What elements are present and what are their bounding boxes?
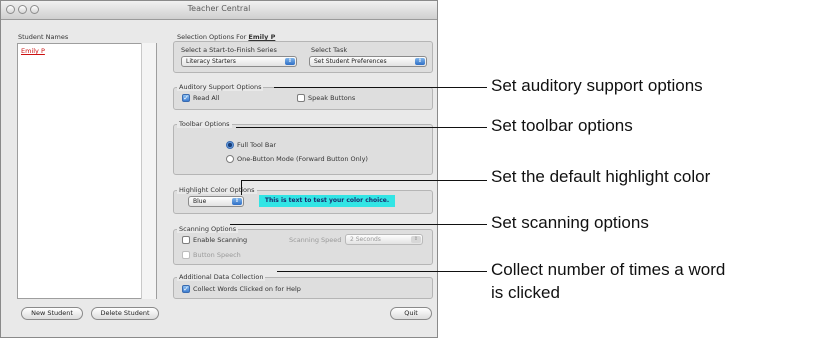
full-toolbar-label: Full Tool Bar xyxy=(237,141,276,149)
task-select-value: Set Student Preferences xyxy=(314,58,387,65)
teacher-central-window: Teacher Central Student Names Emily P Se… xyxy=(0,0,438,338)
collect-words-label: Collect Words Clicked on for Help xyxy=(193,285,301,293)
popup-arrows-icon: ⇕ xyxy=(415,58,425,65)
student-list-item[interactable]: Emily P xyxy=(21,47,45,55)
popup-arrows-icon: ⇕ xyxy=(232,198,242,205)
auditory-callout: Set auditory support options xyxy=(491,76,703,95)
scanning-callout-line xyxy=(230,224,487,225)
collect-callout-line xyxy=(277,271,487,272)
scanning-callout: Set scanning options xyxy=(491,213,649,232)
scanning-speed-label: Scanning Speed xyxy=(289,236,342,244)
read-all-label: Read All xyxy=(193,94,220,102)
additional-data-title: Additional Data Collection xyxy=(177,273,266,281)
task-label: Select Task xyxy=(311,46,348,54)
new-student-button[interactable]: New Student xyxy=(21,307,83,320)
highlight-sample-text: This is text to test your color choice. xyxy=(259,195,395,207)
popup-arrows-icon: ⇕ xyxy=(411,236,421,243)
read-all-checkbox[interactable]: ✓ xyxy=(182,94,190,102)
selected-student-name: Emily P xyxy=(248,33,276,41)
selection-prefix: Selection Options For xyxy=(177,33,247,41)
task-select[interactable]: Set Student Preferences ⇕ xyxy=(309,56,427,67)
highlight-callout: Set the default highlight color xyxy=(491,167,711,186)
scanning-speed-select[interactable]: 2 Seconds ⇕ xyxy=(345,234,423,245)
enable-scanning-label: Enable Scanning xyxy=(193,236,248,244)
series-select[interactable]: Literacy Starters ⇕ xyxy=(181,56,297,67)
toolbar-callout: Set toolbar options xyxy=(491,116,633,135)
highlight-color-select[interactable]: Blue ⇕ xyxy=(188,196,244,207)
delete-student-button[interactable]: Delete Student xyxy=(91,307,159,320)
scanning-options-title: Scanning Options xyxy=(177,225,239,233)
toolbar-callout-line xyxy=(236,127,487,128)
button-speech-label: Button Speech xyxy=(193,251,241,259)
quit-button[interactable]: Quit xyxy=(390,307,432,320)
auditory-callout-line xyxy=(274,87,487,88)
title-bar: Teacher Central xyxy=(1,1,437,20)
highlight-color-value: Blue xyxy=(193,198,207,205)
one-button-mode-radio[interactable] xyxy=(226,155,234,163)
scanning-speed-value: 2 Seconds xyxy=(350,236,381,243)
full-toolbar-radio[interactable] xyxy=(226,141,234,149)
highlight-options-title: Highlight Color Options xyxy=(177,186,257,194)
collect-words-checkbox[interactable]: ✓ xyxy=(182,285,190,293)
highlight-callout-line xyxy=(241,180,487,181)
selection-options-label: Selection Options For Emily P xyxy=(177,33,275,41)
toolbar-options-group xyxy=(173,124,433,175)
popup-arrows-icon: ⇕ xyxy=(285,58,295,65)
speak-buttons-label: Speak Buttons xyxy=(308,94,356,102)
window-title: Teacher Central xyxy=(187,4,251,13)
student-list-scroll-rail[interactable] xyxy=(141,43,156,299)
button-speech-checkbox[interactable] xyxy=(182,251,190,259)
one-button-mode-label: One-Button Mode (Forward Button Only) xyxy=(237,155,368,163)
student-names-header: Student Names xyxy=(18,33,69,41)
collect-callout-line2: is clicked xyxy=(491,283,560,302)
collect-callout-line1: Collect number of times a word xyxy=(491,260,726,279)
highlight-callout-drop xyxy=(241,180,242,195)
series-label: Select a Start-to-Finish Series xyxy=(181,46,277,54)
series-select-value: Literacy Starters xyxy=(186,58,236,65)
speak-buttons-checkbox[interactable] xyxy=(297,94,305,102)
auditory-options-title: Auditory Support Options xyxy=(177,83,264,91)
toolbar-options-title: Toolbar Options xyxy=(177,120,232,128)
student-list[interactable] xyxy=(17,43,157,299)
enable-scanning-checkbox[interactable] xyxy=(182,236,190,244)
